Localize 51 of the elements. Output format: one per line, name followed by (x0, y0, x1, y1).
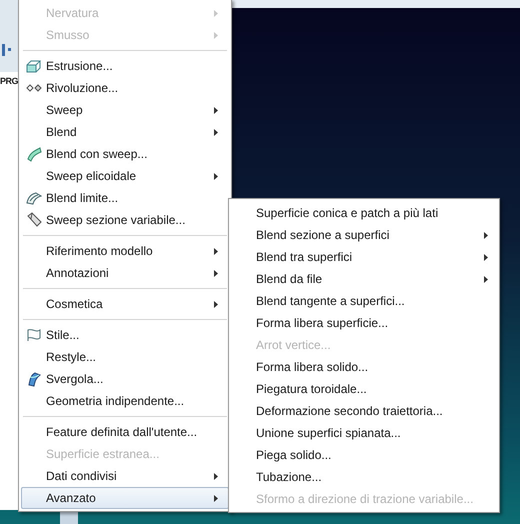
tab-label[interactable]: PRG (0, 75, 20, 87)
menu-item[interactable]: Annotazioni (21, 262, 229, 284)
submenu-arrow-icon (484, 254, 488, 260)
submenu-arrow-icon (214, 300, 218, 308)
submenu-arrow-icon (214, 106, 218, 114)
boundary-blend-icon (26, 191, 42, 205)
menu-item[interactable]: Feature definita dall'utente... (21, 421, 229, 443)
menu-item[interactable]: Piega solido... (229, 444, 499, 466)
menu-item[interactable]: Sweep elicoidale (21, 165, 229, 187)
submenu-arrow-icon (214, 128, 218, 136)
submenu-arrow-icon (214, 32, 218, 38)
variable-sweep-icon (26, 212, 42, 228)
menu-item[interactable]: Deformazione secondo traiettoria... (229, 400, 499, 422)
menu-item[interactable]: Dati condivisi (21, 465, 229, 487)
submenu-arrow-icon (214, 172, 218, 180)
menu-item[interactable]: Blend (21, 121, 229, 143)
menu-item[interactable]: Unione superfici spianata... (229, 422, 499, 444)
swept-blend-icon (26, 146, 42, 162)
submenu-arrow-icon (214, 270, 218, 276)
menu-item[interactable]: Forma libera solido... (229, 356, 499, 378)
menu-item[interactable]: Piegatura toroidale... (229, 378, 499, 400)
submenu-arrow-icon (214, 494, 218, 502)
submenu-arrow-icon (214, 248, 218, 254)
menu-item[interactable]: Blend da file (229, 268, 499, 290)
menu-item[interactable]: Blend limite... (21, 187, 229, 209)
box-icon (26, 59, 42, 73)
submenu-arrow-icon (214, 472, 218, 480)
flag-icon (26, 328, 42, 342)
menu-item[interactable]: Rivoluzione... (21, 77, 229, 99)
menu-item[interactable]: Riferimento modello (21, 240, 229, 262)
submenu-arrow-icon (484, 276, 488, 282)
menu-item[interactable]: Avanzato (21, 487, 229, 509)
menu-item[interactable]: Blend tangente a superfici... (229, 290, 499, 312)
menu-item[interactable]: Sweep sezione variabile... (21, 209, 229, 231)
menu-item[interactable]: Stile... (21, 324, 229, 346)
revolve-icon (26, 83, 42, 93)
menu-item[interactable]: Forma libera superficie... (229, 312, 499, 334)
menu-item[interactable]: Superficie conica e patch a più lati (229, 202, 499, 224)
menu-item[interactable]: Cosmetica (21, 293, 229, 315)
twisted-surface-icon (26, 371, 42, 387)
menu-item[interactable]: Restyle... (21, 346, 229, 368)
menu-item[interactable]: Tubazione... (229, 466, 499, 488)
menu-item[interactable]: Blend con sweep... (21, 143, 229, 165)
submenu-arrow-icon (484, 232, 488, 238)
submenu-arrow-icon (214, 10, 218, 16)
menu-item[interactable]: Blend tra superfici (229, 246, 499, 268)
menu-item[interactable]: Svergola... (21, 368, 229, 390)
menu-item[interactable]: Geometria indipendente... (21, 390, 229, 412)
menu-item[interactable]: Estrusione... (21, 55, 229, 77)
menu-item[interactable]: Sweep (21, 99, 229, 121)
menu-item[interactable]: Blend sezione a superfici (229, 224, 499, 246)
